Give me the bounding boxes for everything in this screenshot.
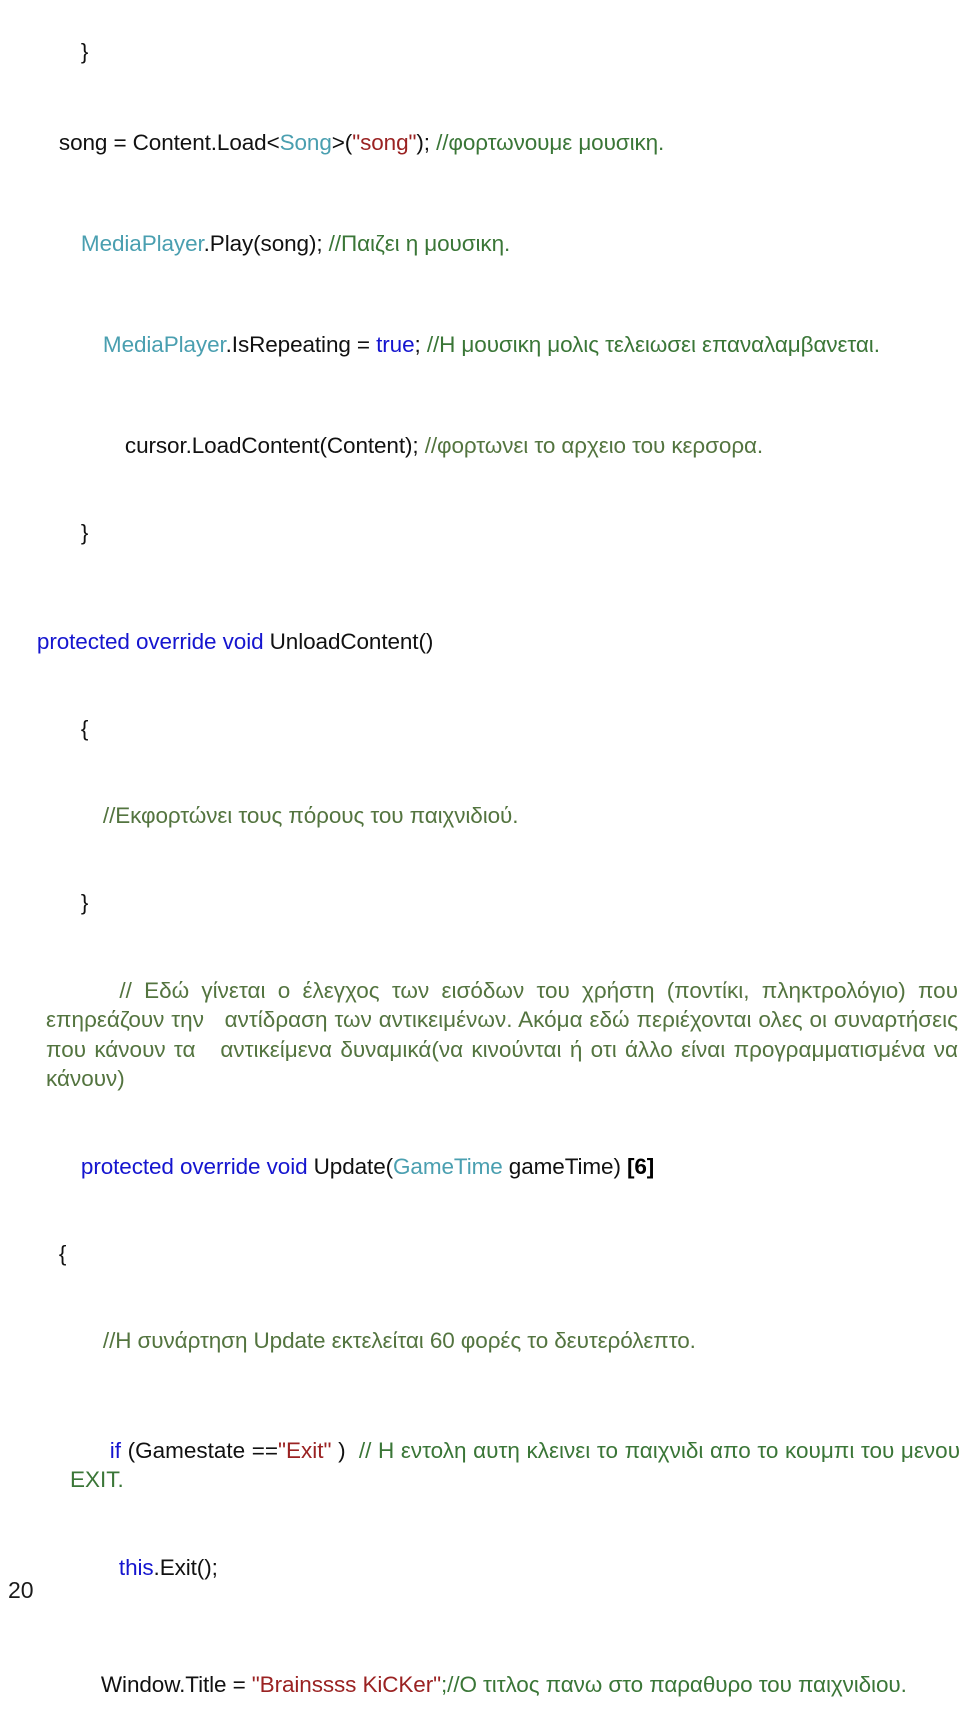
code-token-this: this	[118, 1555, 154, 1580]
code-token-method-update: Update(	[313, 1154, 394, 1179]
code-comment-cursor-file: //φορτωνει το αρχειο του κερσορα.	[424, 433, 764, 458]
code-line-close-brace-1: }	[0, 0, 960, 95]
code-comment-update-60fps: //Η συνάρτηση Update εκτελείται 60 φορές…	[102, 1328, 696, 1353]
code-token-string-game-title: "Brainssss KiCKer"	[251, 1672, 442, 1697]
document-page: } song = Content.Load<Song>("song"); //φ…	[0, 0, 960, 1697]
code-line-open-brace-1: {	[0, 685, 960, 772]
code-token-semicolon: ;	[414, 332, 427, 357]
code-token-play-call: .Play(song);	[203, 231, 329, 256]
code-line-update-signature: protected override void Update(GameTime …	[0, 1123, 960, 1210]
code-line-close-brace-2: }	[0, 489, 960, 576]
code-token-condition: (Gamestate ==	[127, 1437, 279, 1463]
code-line-unloadcontent-signature: protected override void UnloadContent()	[0, 598, 960, 685]
code-token-param-gametime: gameTime)	[502, 1154, 627, 1179]
brace-token: }	[80, 39, 89, 64]
code-token-generic-close: >(	[331, 130, 353, 155]
code-listing: } song = Content.Load<Song>("song"); //φ…	[0, 0, 960, 1728]
code-token-cursor-call: cursor.LoadContent(Content);	[124, 433, 425, 458]
code-token-type-mediaplayer-2: MediaPlayer	[102, 332, 226, 357]
code-line-song-load: song = Content.Load<Song>("song"); //φορ…	[0, 95, 960, 186]
code-line-mediaplayer-play: MediaPlayer.Play(song); //Παιζει η μουσι…	[0, 200, 960, 287]
code-comment-text: // Εδώ γίνεται ο έλεγχος των εισόδων του…	[46, 977, 958, 1092]
code-token-modifiers-2: protected override void	[80, 1154, 314, 1179]
code-line-close-brace-3: }	[0, 859, 960, 946]
code-line-window-title: Window.Title = "Brainssss KiCKer";//Ο τι…	[0, 1641, 960, 1728]
code-comment-unload-resources: //Εκφορτώνει τους πόρους του παιχνιδιού.	[102, 803, 519, 828]
code-token-isrepeating: .IsRepeating =	[225, 332, 377, 357]
citation-reference: [6]	[627, 1154, 655, 1179]
code-comment-window-title: ;//Ο τιτλος πανω στο παραθυρο του παιχνι…	[441, 1672, 907, 1697]
code-token-type-song: Song	[279, 130, 332, 155]
code-token-true: true	[376, 332, 415, 357]
code-token-window-title: Window.Title =	[100, 1672, 252, 1697]
brace-token: {	[58, 1241, 67, 1266]
code-line-if-gamestate-exit: if (Gamestate =="Exit" ) // Η εντολη αυτ…	[0, 1406, 960, 1524]
code-token-paren-end: );	[416, 130, 437, 155]
code-comment-music-plays: //Παιζει η μουσικη.	[328, 231, 511, 256]
code-token-type-gametime: GameTime	[393, 1154, 503, 1179]
code-token-modifiers: protected override void	[36, 629, 270, 654]
code-line-this-exit: this.Exit();	[0, 1524, 960, 1611]
page-number: 20	[8, 1577, 34, 1603]
code-token-string-exit: "Exit"	[278, 1437, 332, 1463]
code-token-assign: song = Content.Load<	[58, 130, 280, 155]
code-comment-music-repeats: //Η μουσικη μολις τελειωσει επαναλαμβανε…	[426, 332, 880, 357]
code-token-string-song: "song"	[352, 130, 417, 155]
code-line-open-brace-2: {	[0, 1210, 960, 1297]
code-comment-load-music: //φορτωνουμε μουσικη.	[436, 130, 665, 155]
code-token-paren-close: )	[331, 1437, 359, 1463]
brace-token: }	[80, 890, 89, 915]
brace-token: }	[80, 520, 89, 545]
code-line-cursor-loadcontent: cursor.LoadContent(Content); //φορτωνει …	[0, 402, 960, 489]
code-token-type-mediaplayer: MediaPlayer	[80, 231, 204, 256]
code-comment-paragraph-input-handling: // Εδώ γίνεται ο έλεγχος των εισόδων του…	[0, 946, 960, 1123]
code-token-exit-call: .Exit();	[153, 1555, 218, 1580]
code-token-if: if	[109, 1437, 128, 1463]
code-line-comment-update-rate: //Η συνάρτηση Update εκτελείται 60 φορές…	[0, 1297, 960, 1384]
brace-token: {	[80, 716, 89, 741]
code-line-comment-unload: //Εκφορτώνει τους πόρους του παιχνιδιού.	[0, 772, 960, 859]
code-line-mediaplayer-isrepeating: MediaPlayer.IsRepeating = true; //Η μουσ…	[0, 301, 960, 388]
code-token-method-unloadcontent: UnloadContent()	[269, 629, 434, 654]
